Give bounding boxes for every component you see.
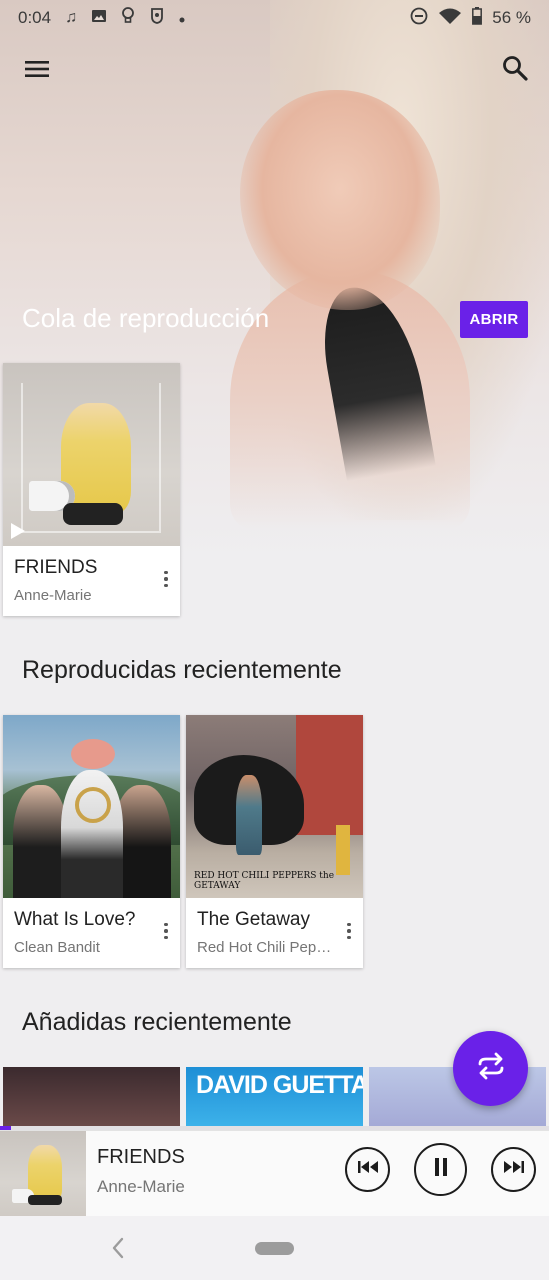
shuffle-play-icon bbox=[474, 1051, 508, 1086]
open-queue-button[interactable]: ABRIR bbox=[460, 301, 528, 338]
album-art-text: DAVID GUETTA bbox=[196, 1071, 363, 1099]
shuffle-play-button[interactable] bbox=[453, 1031, 528, 1106]
back-icon[interactable] bbox=[108, 1235, 128, 1261]
now-playing-title[interactable]: FRIENDS bbox=[97, 1146, 185, 1169]
album-art-caption: RED HOT CHILI PEPPERS the GETAWAY bbox=[194, 871, 335, 891]
brain-graphic bbox=[71, 739, 115, 769]
system-navigation-bar bbox=[0, 1216, 549, 1280]
pause-icon bbox=[433, 1157, 449, 1182]
boots-graphic bbox=[63, 503, 123, 525]
recent-section-title: Reproducidas recientemente bbox=[22, 656, 342, 684]
wall-graphic bbox=[296, 715, 363, 835]
lightbulb-icon bbox=[121, 6, 135, 30]
album-art-the-getaway: RED HOT CHILI PEPPERS the GETAWAY bbox=[186, 715, 363, 898]
more-options-icon[interactable] bbox=[158, 919, 174, 943]
do-not-disturb-icon bbox=[410, 7, 428, 30]
previous-track-button[interactable] bbox=[345, 1147, 390, 1192]
image-icon bbox=[91, 8, 107, 29]
sign-graphic bbox=[336, 825, 350, 875]
card-title: What Is Love? bbox=[14, 909, 136, 930]
card-title: FRIENDS bbox=[14, 557, 98, 578]
more-options-icon[interactable] bbox=[341, 919, 357, 943]
wifi-icon bbox=[438, 7, 462, 30]
card-artist: Anne-Marie bbox=[14, 587, 92, 604]
now-playing-art[interactable] bbox=[0, 1131, 86, 1217]
hamburger-menu-icon[interactable] bbox=[22, 54, 52, 84]
pause-button[interactable] bbox=[414, 1143, 467, 1196]
added-section-title: Añadidas recientemente bbox=[22, 1008, 292, 1036]
skip-next-icon bbox=[503, 1160, 525, 1179]
added-card-1[interactable] bbox=[3, 1067, 180, 1127]
recent-card-the-getaway[interactable]: RED HOT CHILI PEPPERS the GETAWAY The Ge… bbox=[186, 715, 363, 968]
play-icon[interactable] bbox=[11, 523, 25, 539]
card-artist: Red Hot Chili Peppers bbox=[197, 939, 337, 956]
battery-icon bbox=[472, 6, 483, 30]
search-icon[interactable] bbox=[500, 53, 530, 83]
now-playing-artist[interactable]: Anne-Marie bbox=[97, 1177, 185, 1197]
more-options-icon[interactable] bbox=[158, 567, 174, 591]
status-bar: 0:04 ♫ 56 % bbox=[0, 0, 549, 36]
shield-app-icon bbox=[149, 7, 165, 30]
home-pill-button[interactable] bbox=[255, 1242, 294, 1255]
battery-percent: 56 % bbox=[492, 8, 531, 27]
dot-icon bbox=[179, 8, 185, 28]
queue-section-title: Cola de reproducción bbox=[22, 303, 270, 333]
girl-graphic bbox=[236, 775, 262, 855]
status-time: 0:04 bbox=[18, 8, 52, 27]
card-title: The Getaway bbox=[197, 909, 310, 930]
skip-previous-icon bbox=[357, 1160, 379, 1179]
added-card-2[interactable]: DAVID GUETTA bbox=[186, 1067, 363, 1127]
boots-graphic bbox=[28, 1195, 62, 1205]
album-art-friends bbox=[3, 363, 180, 546]
person-graphic bbox=[13, 785, 68, 898]
next-track-button[interactable] bbox=[491, 1147, 536, 1192]
recent-card-what-is-love[interactable]: What Is Love? Clean Bandit bbox=[3, 715, 180, 968]
card-artist: Clean Bandit bbox=[14, 939, 100, 956]
magnifier-graphic bbox=[75, 787, 111, 823]
album-art-what-is-love bbox=[3, 715, 180, 898]
queue-card-friends[interactable]: FRIENDS Anne-Marie bbox=[3, 363, 180, 616]
mini-player[interactable]: FRIENDS Anne-Marie bbox=[0, 1130, 549, 1217]
music-note-icon: ♫ bbox=[65, 9, 78, 26]
